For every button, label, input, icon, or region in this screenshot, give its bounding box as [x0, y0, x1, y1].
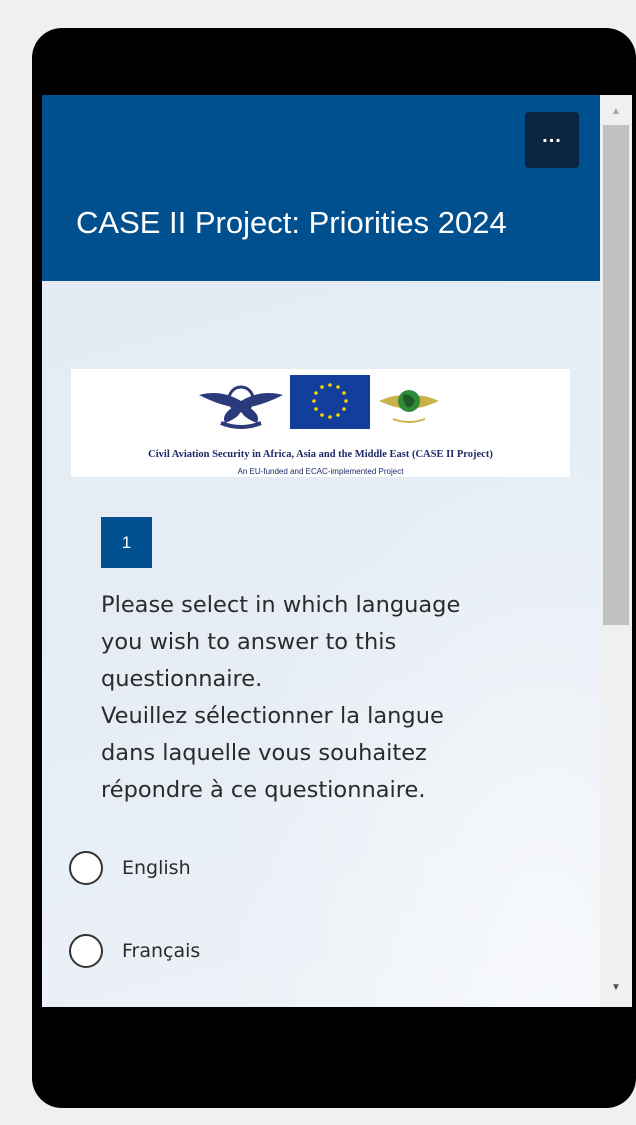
more-options-icon: ... — [542, 124, 562, 147]
question-line: questionnaire. — [101, 666, 263, 692]
form-screen: ... CASE II Project: Priorities 2024 Civ… — [42, 95, 600, 1007]
question-text: Please select in which language you wish… — [101, 587, 541, 809]
more-options-button[interactable]: ... — [525, 112, 579, 168]
banner-logos — [199, 375, 439, 429]
question-number-badge: 1 — [101, 517, 152, 568]
option-francais-label: Français — [122, 940, 201, 962]
option-francais[interactable]: Français — [69, 931, 369, 971]
question-line: répondre à ce questionnaire. — [101, 777, 426, 803]
radio-francais[interactable] — [69, 934, 103, 968]
question-line: dans laquelle vous souhaitez — [101, 740, 427, 766]
scroll-down-arrow-icon[interactable]: ▼ — [600, 975, 632, 999]
option-english-label: English — [122, 857, 191, 879]
question-line: Veuillez sélectionner la langue — [101, 703, 444, 729]
option-english[interactable]: English — [69, 848, 369, 888]
scroll-thumb[interactable] — [603, 125, 629, 625]
scroll-up-arrow-icon[interactable]: ▲ — [600, 99, 632, 123]
banner-title: Civil Aviation Security in Africa, Asia … — [148, 449, 493, 460]
banner-subtitle: An EU-funded and ECAC-implemented Projec… — [237, 467, 404, 476]
question-line: Please select in which language — [101, 592, 461, 618]
radio-english[interactable] — [69, 851, 103, 885]
ecac-logo — [199, 385, 283, 429]
afcac-logo — [379, 390, 439, 423]
vertical-scrollbar[interactable]: ▲ ▼ — [600, 95, 632, 1007]
project-banner: Civil Aviation Security in Africa, Asia … — [71, 369, 570, 477]
question-line: you wish to answer to this — [101, 629, 397, 655]
form-header: ... CASE II Project: Priorities 2024 — [42, 95, 600, 281]
eu-flag-logo — [290, 375, 370, 429]
form-title: CASE II Project: Priorities 2024 — [76, 205, 507, 240]
